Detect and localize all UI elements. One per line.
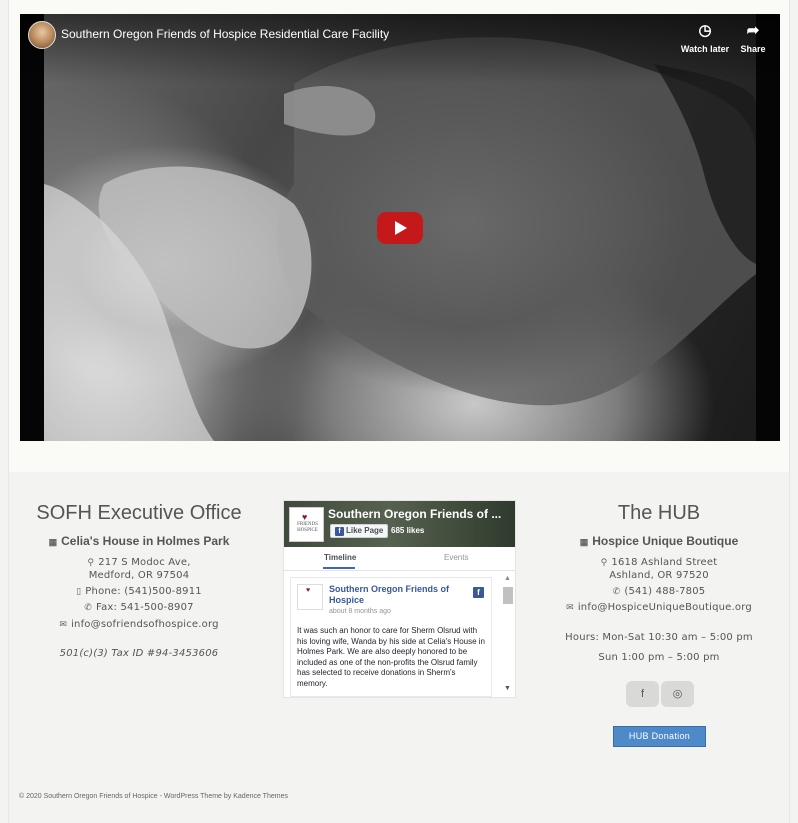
instagram-social-button[interactable]: ◎ — [661, 681, 694, 707]
page-wrapper: Southern Oregon Friends of Hospice Resid… — [8, 0, 790, 823]
facebook-logo-icon[interactable]: f — [473, 587, 484, 598]
fb-post-avatar[interactable]: ♥ — [297, 584, 323, 610]
fb-likes-count: 685 likes — [391, 526, 425, 535]
fb-scrollbar[interactable]: ▲ ▼ — [500, 573, 515, 697]
facebook-page-widget[interactable]: ♥ FRIENDS HOSPICE Southern Oregon Friend… — [283, 500, 516, 698]
phone-icon: ✆ — [84, 603, 93, 613]
hub-title: The HUB — [617, 502, 701, 524]
envelope-icon: ✉ — [59, 620, 68, 630]
instagram-icon: ◎ — [672, 688, 683, 700]
map-pin-icon: ⚲ — [600, 558, 608, 568]
mobile-phone-icon: ▯ — [76, 587, 82, 597]
hub-address-line1: ⚲ 1618 Ashland Street — [600, 557, 718, 568]
share-button[interactable]: ➦ Share — [738, 22, 768, 54]
facebook-social-button[interactable]: f — [626, 681, 659, 707]
phone-icon: ✆ — [612, 587, 621, 597]
fb-tabs: Timeline Events — [284, 547, 515, 571]
location-name: Celia's House in Holmes Park — [61, 534, 230, 548]
youtube-embed[interactable]: Southern Oregon Friends of Hospice Resid… — [20, 14, 780, 441]
watch-later-button[interactable]: ◷ Watch later — [680, 22, 730, 54]
share-arrow-icon: ➦ — [746, 22, 760, 39]
scroll-up-icon[interactable]: ▲ — [504, 575, 511, 582]
hub-hours-line2: Sun 1:00 pm – 5:00 pm — [598, 652, 720, 663]
tax-id: 501(c)(3) Tax ID #94-3453606 — [59, 648, 219, 659]
heart-logo-icon: ♥ — [306, 587, 311, 594]
building-icon: ▦ — [48, 537, 58, 547]
map-pin-icon: ⚲ — [87, 558, 95, 568]
exec-email[interactable]: ✉ info@sofriendsofhospice.org — [29, 619, 249, 630]
theme-link[interactable]: Kadence Themes — [233, 793, 288, 800]
executive-office-location: ▦ Celia's House in Holmes Park — [29, 534, 249, 548]
heart-logo-icon: ♥ — [302, 512, 308, 522]
fb-page-name[interactable]: Southern Oregon Friends of ... — [328, 507, 514, 521]
fb-logo-text: FRIENDS HOSPICE — [297, 522, 318, 533]
scroll-down-icon[interactable]: ▼ — [504, 685, 511, 692]
channel-avatar[interactable] — [28, 21, 56, 49]
fb-post-time[interactable]: about 8 months ago — [329, 608, 391, 615]
exec-address-line1: ⚲ 217 S Modoc Ave, — [87, 557, 191, 568]
exec-fax: ✆ Fax: 541-500-8907 — [84, 602, 194, 613]
executive-office-title: SOFH Executive Office — [36, 502, 242, 524]
copyright: © 2020 Southern Oregon Friends of Hospic… — [19, 793, 288, 800]
watch-later-label: Watch later — [680, 44, 730, 54]
video-title[interactable]: Southern Oregon Friends of Hospice Resid… — [61, 27, 389, 41]
scroll-thumb[interactable] — [503, 587, 513, 604]
facebook-f-icon: f — [335, 527, 344, 536]
building-icon: ▦ — [579, 537, 589, 547]
exec-address-line2: Medford, OR 97504 — [88, 570, 190, 581]
hub-donation-button[interactable]: HUB Donation — [613, 726, 706, 747]
exec-phone: ▯ Phone: (541)500-8911 — [76, 586, 202, 597]
play-button[interactable] — [377, 212, 423, 244]
hub-email[interactable]: ✉ info@HospiceUniqueBoutique.org — [549, 602, 769, 613]
fb-post: ♥ Southern Oregon Friends of Hospice abo… — [290, 577, 492, 697]
hub-address-line2: Ashland, OR 97520 — [609, 570, 709, 581]
hub-hours-line1: Hours: Mon-Sat 10:30 am – 5:00 pm — [565, 632, 753, 643]
clock-icon: ◷ — [698, 22, 712, 39]
tab-timeline[interactable]: Timeline — [322, 553, 356, 569]
hub-store-name: ▦ Hospice Unique Boutique — [579, 534, 739, 548]
tab-events[interactable]: Events — [444, 553, 468, 562]
fb-post-text: It was such an honor to care for Sherm O… — [297, 626, 485, 688]
hub-phone: ✆ (541) 488-7805 — [612, 586, 706, 597]
fb-page-logo[interactable]: ♥ FRIENDS HOSPICE — [289, 507, 324, 542]
facebook-icon: f — [640, 688, 645, 700]
share-label: Share — [740, 44, 766, 54]
video-top-shade — [20, 14, 780, 84]
fb-like-page-button[interactable]: f Like Page — [330, 524, 389, 538]
envelope-icon: ✉ — [566, 603, 574, 613]
fb-post-author[interactable]: Southern Oregon Friends of Hospice — [329, 584, 469, 606]
copyright-text: © 2020 Southern Oregon Friends of Hospic… — [19, 793, 232, 800]
